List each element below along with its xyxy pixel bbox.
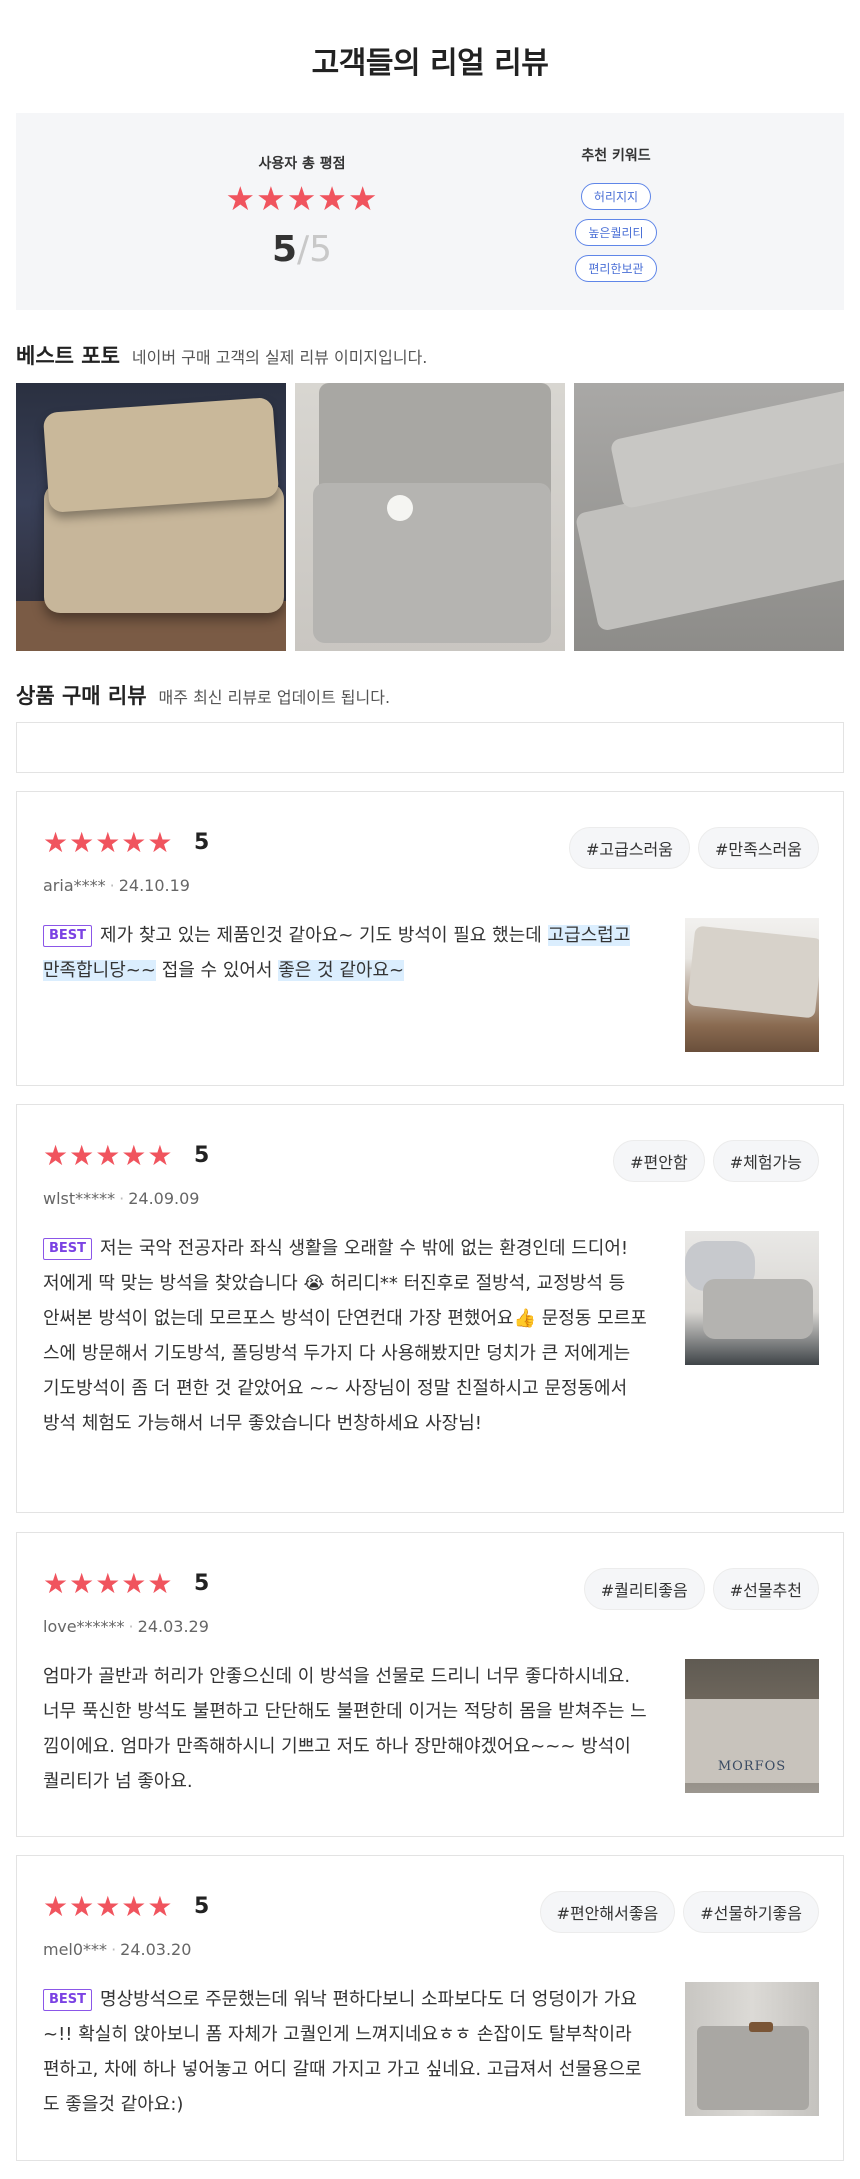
review-date: 24.10.19 (118, 876, 190, 895)
best-badge: BEST (43, 1238, 93, 1260)
review-card: ★★★★★ 5 love****** · 24.03.29 #퀄리티좋음 #선물추천… (16, 1532, 844, 1837)
review-score: 5 (194, 830, 210, 855)
score-value: 5 (271, 229, 297, 270)
review-text: BEST 명상방석으로 주문했는데 워낙 편하다보니 소파보다도 더 엉덩이가 가… (43, 1982, 647, 2122)
review-stars: ★★★★★ (43, 1139, 174, 1172)
best-badge: BEST (43, 1989, 93, 2011)
reviews-header: 상품 구매 리뷰 매주 최신 리뷰로 업데이트 됩니다. (16, 680, 390, 710)
review-text: 엄마가 골반과 허리가 안좋으신데 이 방석을 선물로 드리니 너무 좋다하시네… (43, 1666, 647, 1792)
product-logo: MORFOS (717, 1759, 787, 1774)
review-tags: #고급스러움 #만족스러움 (568, 827, 819, 869)
review-tag[interactable]: #체험가능 (712, 1140, 819, 1182)
review-card: ★★★★★ 5 wlst***** · 24.09.09 #편안함 #체험가능 BE… (16, 1104, 844, 1513)
rating-summary: 사용자 총 평점 ★★★★★ 5/5 추천 키워드 허리지지 높은퀄리티 편리한… (16, 113, 844, 310)
review-user: mel0*** (43, 1940, 108, 1959)
review-tag[interactable]: #편안해서좋음 (539, 1891, 676, 1933)
best-photo-3[interactable] (574, 383, 844, 651)
best-photo-2[interactable] (295, 383, 565, 651)
review-text-part: 명상방석으로 주문했는데 워낙 편하다보니 소파보다도 더 엉덩이가 가요~!!… (43, 1989, 642, 2115)
review-date: 24.03.29 (137, 1617, 209, 1636)
review-date: 24.09.09 (128, 1189, 200, 1208)
page-title: 고객들의 리얼 리뷰 (311, 46, 549, 81)
review-tags: #퀄리티좋음 #선물추천 (583, 1568, 819, 1610)
best-photo-1[interactable] (16, 383, 286, 651)
review-score: 5 (194, 1894, 210, 1919)
review-meta: love****** · 24.03.29 (43, 1617, 209, 1636)
review-search-box[interactable] (16, 722, 844, 773)
review-photo[interactable] (685, 1231, 819, 1365)
review-meta: aria**** · 24.10.19 (43, 876, 190, 895)
review-stars: ★★★★★ (43, 1567, 174, 1600)
review-tags: #편안해서좋음 #선물하기좋음 (539, 1891, 819, 1933)
review-stars: ★★★★★ (43, 1890, 174, 1923)
reviews-subtitle: 매주 최신 리뷰로 업데이트 됩니다. (158, 688, 391, 707)
review-photo[interactable]: MORFOS (685, 1659, 819, 1793)
review-meta: mel0*** · 24.03.20 (43, 1940, 191, 1959)
review-stars: ★★★★★ (43, 826, 174, 859)
best-photo-title: 베스트 포토 (16, 344, 120, 368)
review-user: aria**** (43, 876, 106, 895)
review-meta: wlst***** · 24.09.09 (43, 1189, 199, 1208)
review-tag[interactable]: #만족스러움 (697, 827, 819, 869)
review-text-part: 제가 찾고 있는 제품인것 같아요~ 기도 방석이 필요 했는데 (100, 925, 548, 946)
review-tag[interactable]: #선물추천 (712, 1568, 819, 1610)
meta-separator: · (111, 1940, 117, 1959)
best-photo-header: 베스트 포토 네이버 구매 고객의 실제 리뷰 이미지입니다. (16, 340, 427, 370)
review-card: ★★★★★ 5 mel0*** · 24.03.20 #편안해서좋음 #선물하기좋음… (16, 1855, 844, 2161)
review-text: BEST 제가 찾고 있는 제품인것 같아요~ 기도 방석이 필요 했는데 고급스… (43, 918, 647, 988)
rating-label: 사용자 총 평점 (258, 156, 346, 172)
meta-separator: · (119, 1189, 125, 1208)
review-tag[interactable]: #편안함 (613, 1140, 705, 1182)
review-highlight: 좋은 것 같아요~ (278, 960, 405, 981)
meta-separator: · (109, 876, 115, 895)
keyword-pill[interactable]: 높은퀄리티 (575, 219, 657, 246)
review-tag[interactable]: #선물하기좋음 (683, 1891, 819, 1933)
keywords-title: 추천 키워드 (581, 148, 651, 164)
rating-stars: ★★★★★ (225, 179, 379, 218)
review-text-part: 접을 수 있어서 (155, 960, 279, 981)
review-date: 24.03.20 (120, 1940, 192, 1959)
meta-separator: · (128, 1617, 134, 1636)
review-user: love****** (43, 1617, 125, 1636)
review-text-part: 저는 국악 전공자라 좌식 생활을 오래할 수 밖에 없는 환경인데 드디어! … (43, 1238, 647, 1434)
review-photo[interactable] (685, 1982, 819, 2116)
review-tags: #편안함 #체험가능 (613, 1140, 819, 1182)
score-max: 5 (309, 229, 333, 270)
keyword-pill[interactable]: 허리지지 (580, 183, 652, 210)
review-tag[interactable]: #퀄리티좋음 (583, 1568, 705, 1610)
review-photo[interactable] (685, 918, 819, 1052)
keyword-pill[interactable]: 편리한보관 (575, 255, 657, 282)
best-badge: BEST (43, 925, 93, 947)
review-tag[interactable]: #고급스러움 (568, 827, 690, 869)
best-photo-subtitle: 네이버 구매 고객의 실제 리뷰 이미지입니다. (131, 348, 428, 367)
score-slash: / (297, 229, 310, 270)
reviews-title: 상품 구매 리뷰 (16, 684, 147, 708)
review-score: 5 (194, 1571, 210, 1596)
keyword-list: 허리지지 높은퀄리티 편리한보관 (516, 183, 716, 282)
review-card: ★★★★★ 5 aria**** · 24.10.19 #고급스러움 #만족스러움 … (16, 791, 844, 1086)
review-text: BEST 저는 국악 전공자라 좌식 생활을 오래할 수 밖에 없는 환경인데 드… (43, 1231, 647, 1441)
review-user: wlst***** (43, 1189, 116, 1208)
best-photo-gallery (16, 383, 844, 651)
rating-score: 5/5 (222, 229, 382, 270)
review-score: 5 (194, 1143, 210, 1168)
